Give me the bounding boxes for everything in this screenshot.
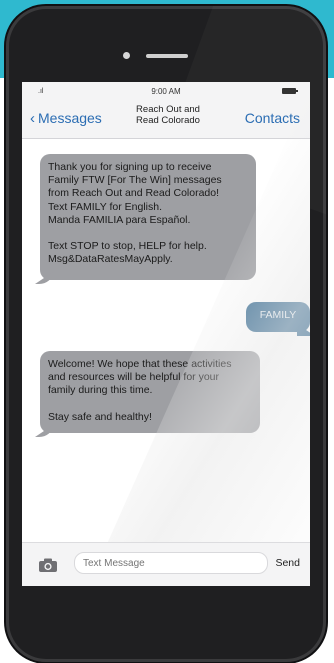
send-button[interactable]: Send <box>275 557 300 569</box>
phone-chin <box>6 586 326 662</box>
title-line-2: Read Colorado <box>136 115 200 126</box>
incoming-message-bubble: Thank you for signing up to receive Fami… <box>40 154 256 280</box>
back-to-messages-button[interactable]: ‹ Messages <box>30 110 102 127</box>
back-label: Messages <box>38 110 102 126</box>
page: .ıl 9:00 AM ‹ Messages Reach Out and Read… <box>0 0 334 663</box>
outgoing-message-bubble: FAMILY <box>246 302 310 332</box>
phone-frame: .ıl 9:00 AM ‹ Messages Reach Out and Read… <box>6 6 326 662</box>
compose-bar: Send <box>22 542 310 586</box>
phone-screen: .ıl 9:00 AM ‹ Messages Reach Out and Read… <box>22 82 310 586</box>
contacts-button[interactable]: Contacts <box>245 110 300 126</box>
message-input[interactable] <box>74 552 268 574</box>
conversation-title: Reach Out and Read Colorado <box>126 104 210 126</box>
chevron-left-icon: ‹ <box>30 110 35 127</box>
conversation-header: ‹ Messages Reach Out and Read Colorado Co… <box>22 100 310 139</box>
camera-icon[interactable] <box>38 557 58 573</box>
battery-icon <box>282 88 298 94</box>
earpiece-speaker <box>146 54 188 58</box>
title-line-1: Reach Out and <box>136 104 200 115</box>
front-camera <box>123 52 130 59</box>
status-bar: .ıl 9:00 AM <box>22 82 310 100</box>
incoming-message-bubble: Welcome! We hope that these activities a… <box>40 351 260 433</box>
status-time: 9:00 AM <box>151 87 181 96</box>
